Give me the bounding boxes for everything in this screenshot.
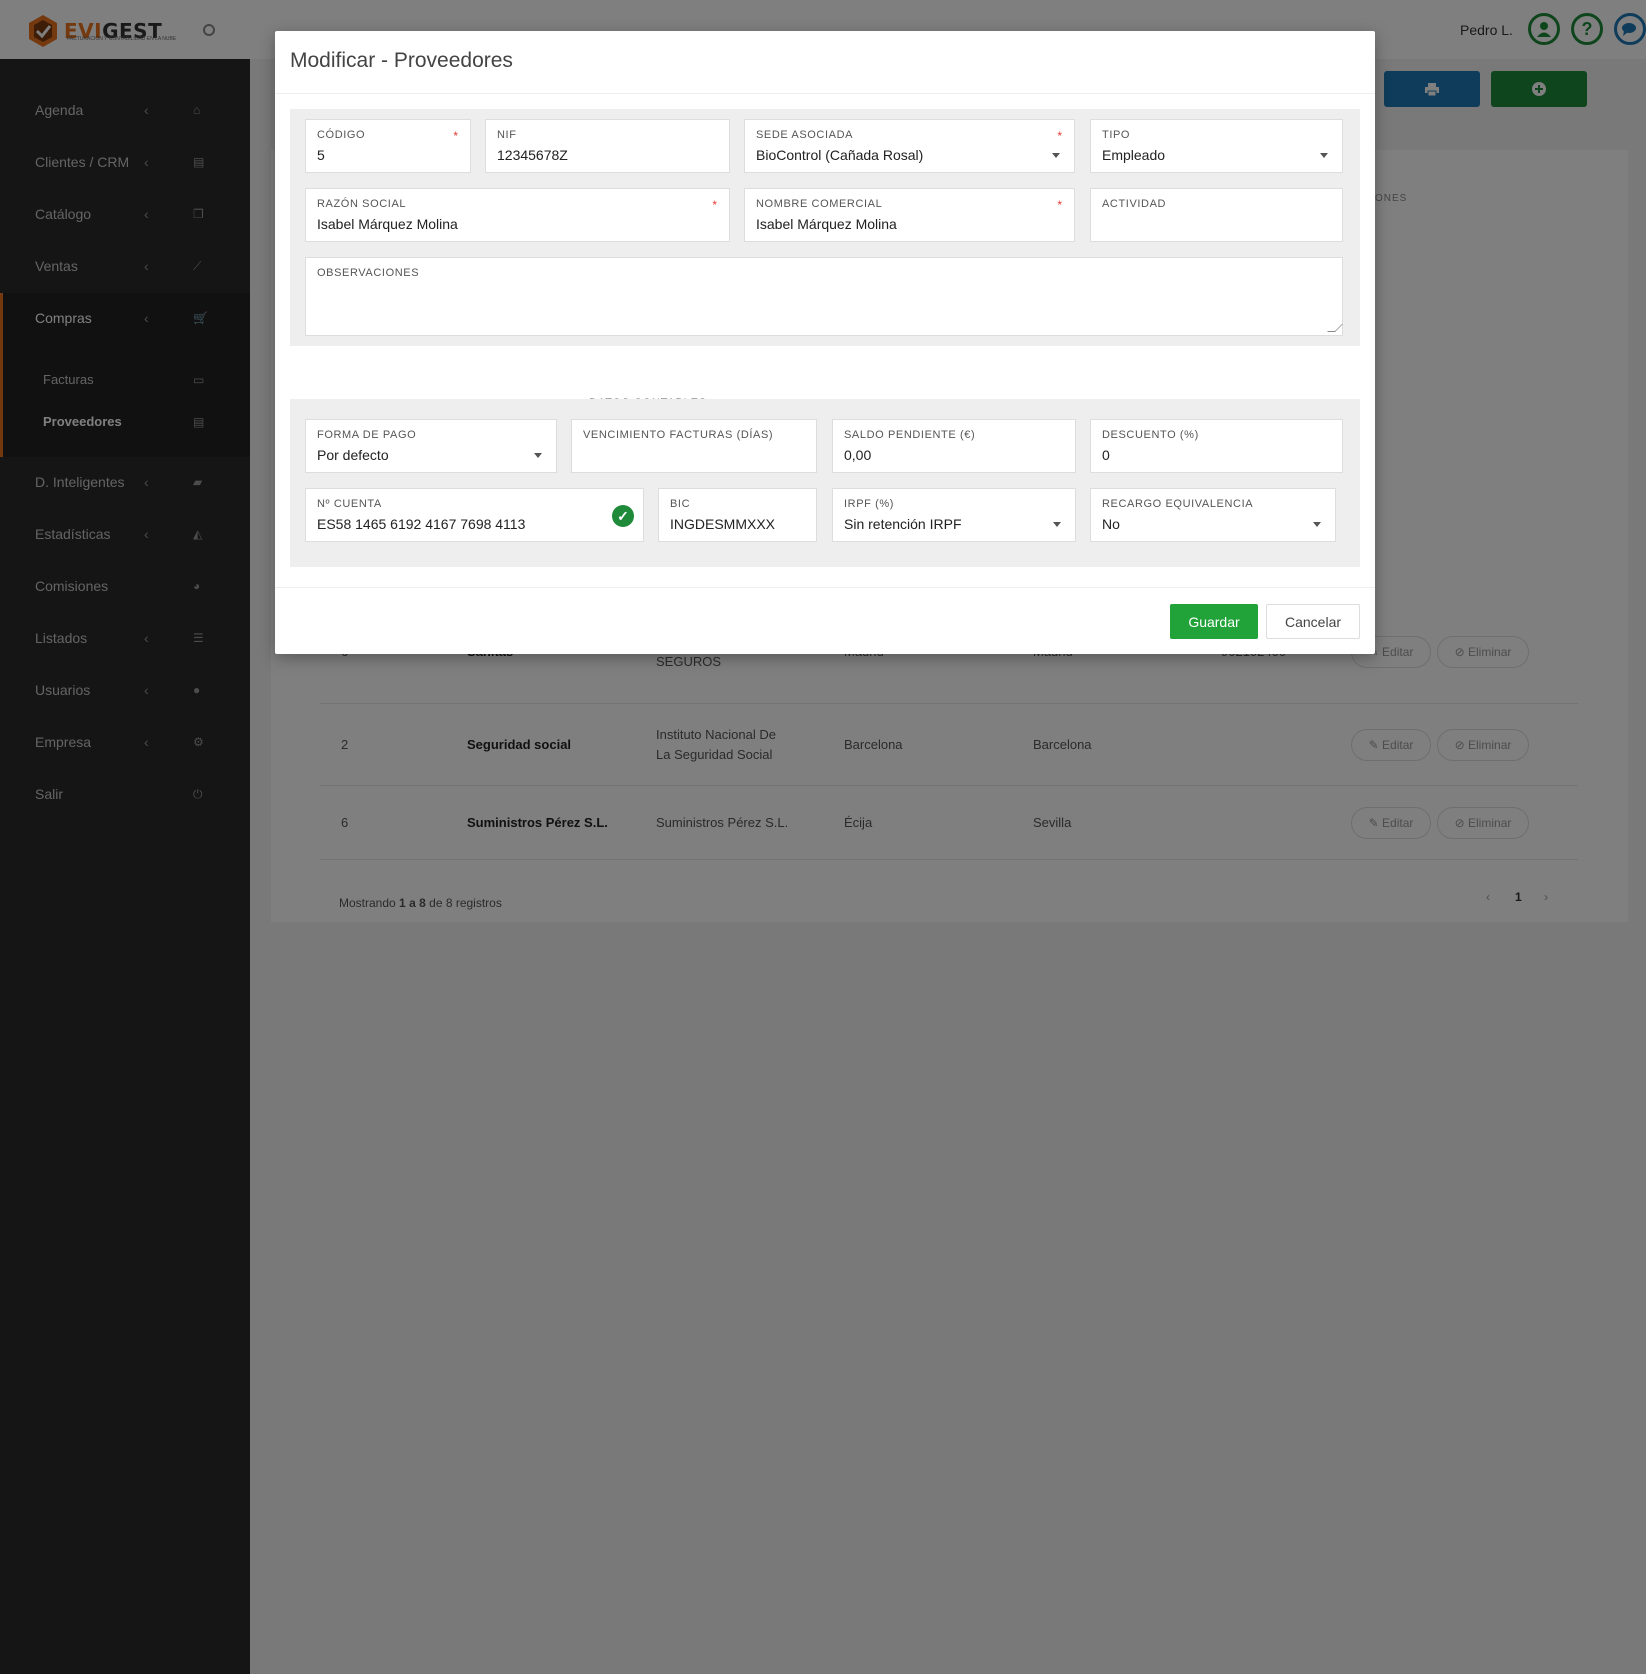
codigo-field[interactable]: Código * 5 (305, 119, 471, 173)
sede-value: BioControl (Cañada Rosal) (756, 147, 924, 163)
caret-down-icon (1313, 522, 1321, 527)
required-mark: * (453, 129, 458, 143)
forma-pago-select[interactable]: Forma de pago Por defecto (305, 419, 557, 473)
nombre-comercial-field[interactable]: Nombre comercial * Isabel Márquez Molina (744, 188, 1075, 242)
descuento-value: 0 (1102, 447, 1110, 463)
irpf-select[interactable]: IRPF (%) Sin retención IRPF (832, 488, 1076, 542)
valid-check-icon: ✓ (612, 505, 634, 527)
cancel-button[interactable]: Cancelar (1266, 604, 1360, 639)
save-button[interactable]: Guardar (1170, 604, 1258, 639)
razon-social-value: Isabel Márquez Molina (317, 216, 458, 232)
recargo-select[interactable]: Recargo equivalencia No (1090, 488, 1336, 542)
forma-pago-value: Por defecto (317, 447, 389, 463)
tipo-select[interactable]: Tipo Empleado (1090, 119, 1343, 173)
bic-value: INGDESMMXXX (670, 516, 776, 532)
edit-supplier-modal: Modificar - Proveedores Código * 5 NIF 1… (275, 31, 1375, 654)
cuenta-value: ES58 1465 6192 4167 7698 4113 (317, 516, 526, 532)
modal-header-divider (275, 93, 1375, 94)
resize-handle-icon[interactable] (1327, 324, 1343, 332)
cuenta-field[interactable]: Nº cuenta ES58 1465 6192 4167 7698 4113 … (305, 488, 644, 542)
caret-down-icon (534, 453, 542, 458)
vencimiento-field[interactable]: Vencimiento facturas (días) (571, 419, 817, 473)
irpf-value: Sin retención IRPF (844, 516, 962, 532)
tipo-value: Empleado (1102, 147, 1166, 163)
codigo-value: 5 (317, 147, 325, 163)
observaciones-textarea[interactable]: Observaciones (305, 257, 1343, 336)
modal-footer-divider (275, 587, 1375, 588)
actividad-field[interactable]: Actividad (1090, 188, 1343, 242)
nif-value: 12345678Z (497, 147, 568, 163)
saldo-value: 0,00 (844, 447, 872, 463)
bic-field[interactable]: BIC INGDESMMXXX (658, 488, 817, 542)
sede-select[interactable]: Sede asociada * BioControl (Cañada Rosal… (744, 119, 1075, 173)
required-mark: * (712, 198, 717, 212)
required-mark: * (1057, 129, 1062, 143)
razon-social-field[interactable]: Razón social * Isabel Márquez Molina (305, 188, 730, 242)
nombre-comercial-value: Isabel Márquez Molina (756, 216, 897, 232)
nif-field[interactable]: NIF 12345678Z (485, 119, 730, 173)
saldo-field[interactable]: Saldo pendiente (€) 0,00 (832, 419, 1076, 473)
required-mark: * (1057, 198, 1062, 212)
caret-down-icon (1053, 522, 1061, 527)
descuento-field[interactable]: Descuento (%) 0 (1090, 419, 1343, 473)
recargo-value: No (1102, 516, 1120, 532)
modal-title: Modificar - Proveedores (290, 49, 513, 72)
caret-down-icon (1320, 153, 1328, 158)
caret-down-icon (1052, 153, 1060, 158)
